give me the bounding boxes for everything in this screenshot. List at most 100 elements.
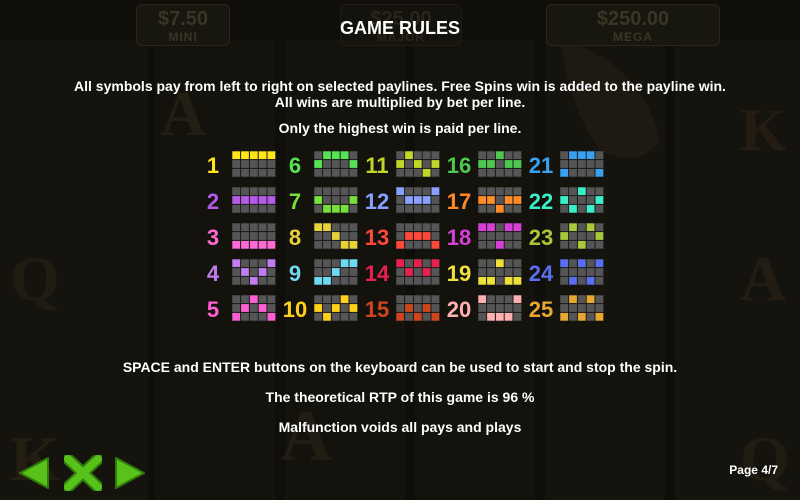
payline-cell — [577, 267, 587, 277]
payline-cell-active — [422, 303, 432, 313]
payline-cell — [495, 303, 505, 313]
payline-5: 5 — [196, 294, 276, 324]
payline-cell — [512, 240, 522, 250]
payline-20: 20 — [442, 294, 522, 324]
payline-cell-active — [404, 231, 414, 241]
next-page-button[interactable] — [112, 455, 148, 496]
payline-cell-active — [586, 223, 596, 232]
payline-cell — [314, 187, 323, 196]
rule-highest-win: Only the highest win is paid per line. — [278, 120, 522, 136]
payline-cell-active — [495, 240, 505, 250]
payline-cell — [340, 168, 350, 178]
payline-cell — [322, 267, 332, 277]
payline-diagram-icon — [560, 295, 604, 322]
rule-keyboard: SPACE and ENTER buttons on the keyboard … — [122, 359, 678, 375]
payline-cell — [422, 159, 432, 169]
payline-cell-active — [266, 240, 276, 250]
payline-cell — [560, 187, 569, 196]
payline-cell — [430, 204, 440, 214]
payline-cell — [413, 295, 423, 304]
payline-cell — [586, 231, 596, 241]
payline-4: 4 — [196, 258, 276, 288]
prev-page-button[interactable] — [16, 455, 52, 496]
payline-cell-active — [495, 312, 505, 322]
payline-cell — [348, 295, 358, 304]
page-title: GAME RULES — [339, 18, 460, 38]
payline-cell — [568, 259, 578, 268]
payline-23: 23 — [524, 222, 604, 252]
payline-cell-active — [486, 195, 496, 205]
payline-cell — [495, 231, 505, 241]
payline-cell-active — [331, 303, 341, 313]
payline-cell — [232, 276, 241, 286]
payline-cell — [577, 295, 587, 304]
payline-diagram-icon — [478, 223, 522, 250]
payline-cell — [560, 223, 569, 232]
payline-cell — [430, 295, 440, 304]
payline-cell — [314, 312, 323, 322]
payline-diagram-icon — [396, 295, 440, 322]
payline-cell — [478, 303, 487, 313]
payline-cell — [331, 276, 341, 286]
payline-cell-active — [413, 231, 423, 241]
rule-paylines: All symbols pay from left to right on se… — [74, 78, 726, 94]
payline-cell-active — [348, 259, 358, 268]
payline-cell — [512, 259, 522, 268]
payline-cell — [322, 195, 332, 205]
payline-cell — [266, 267, 276, 277]
payline-cell — [486, 240, 496, 250]
payline-cell — [577, 303, 587, 313]
payline-cell — [340, 159, 350, 169]
payline-diagram-icon — [232, 187, 276, 214]
payline-cell — [258, 312, 268, 322]
payline-cell-active — [314, 195, 323, 205]
payline-cell — [314, 295, 323, 304]
payline-cell-active — [266, 195, 276, 205]
payline-cell — [314, 267, 323, 277]
payline-cell — [478, 151, 487, 160]
payline-cell — [404, 204, 414, 214]
close-rules-button[interactable] — [62, 453, 104, 496]
payline-cell — [396, 303, 405, 313]
payline-cell — [486, 168, 496, 178]
payline-cell-active — [577, 259, 587, 268]
payline-cell — [495, 223, 505, 232]
payline-cell-active — [249, 276, 259, 286]
payline-number: 14 — [364, 261, 390, 286]
payline-cell — [495, 195, 505, 205]
payline-10: 10 — [278, 294, 358, 324]
payline-8: 8 — [278, 222, 358, 252]
payline-number: 25 — [528, 297, 554, 322]
payline-cell — [396, 151, 405, 160]
payline-cell — [249, 267, 259, 277]
payline-cell — [232, 168, 241, 178]
payline-cell — [396, 204, 405, 214]
payline-diagram-icon — [478, 259, 522, 286]
payline-cell — [348, 312, 358, 322]
payline-cell — [568, 267, 578, 277]
payline-cell-active — [560, 195, 569, 205]
payline-16: 16 — [442, 150, 522, 180]
payline-cell — [586, 303, 596, 313]
payline-diagram-icon — [232, 259, 276, 286]
payline-cell-active — [396, 159, 405, 169]
payline-cell — [348, 231, 358, 241]
payline-cell-active — [577, 312, 587, 322]
payline-cell — [348, 223, 358, 232]
payline-diagram-icon — [560, 187, 604, 214]
payline-cell — [586, 267, 596, 277]
payline-cell-active — [322, 276, 332, 286]
payline-cell-active — [478, 295, 487, 304]
payline-cell — [404, 276, 414, 286]
payline-cell — [396, 168, 405, 178]
payline-diagram-icon — [478, 295, 522, 322]
payline-24: 24 — [524, 258, 604, 288]
payline-cell-active — [512, 159, 522, 169]
payline-cell — [266, 204, 276, 214]
payline-cell — [560, 276, 569, 286]
payline-cell-active — [249, 240, 259, 250]
payline-cell-active — [512, 295, 522, 304]
payline-number: 1 — [206, 153, 220, 178]
payline-cell — [348, 187, 358, 196]
payline-3: 3 — [196, 222, 276, 252]
